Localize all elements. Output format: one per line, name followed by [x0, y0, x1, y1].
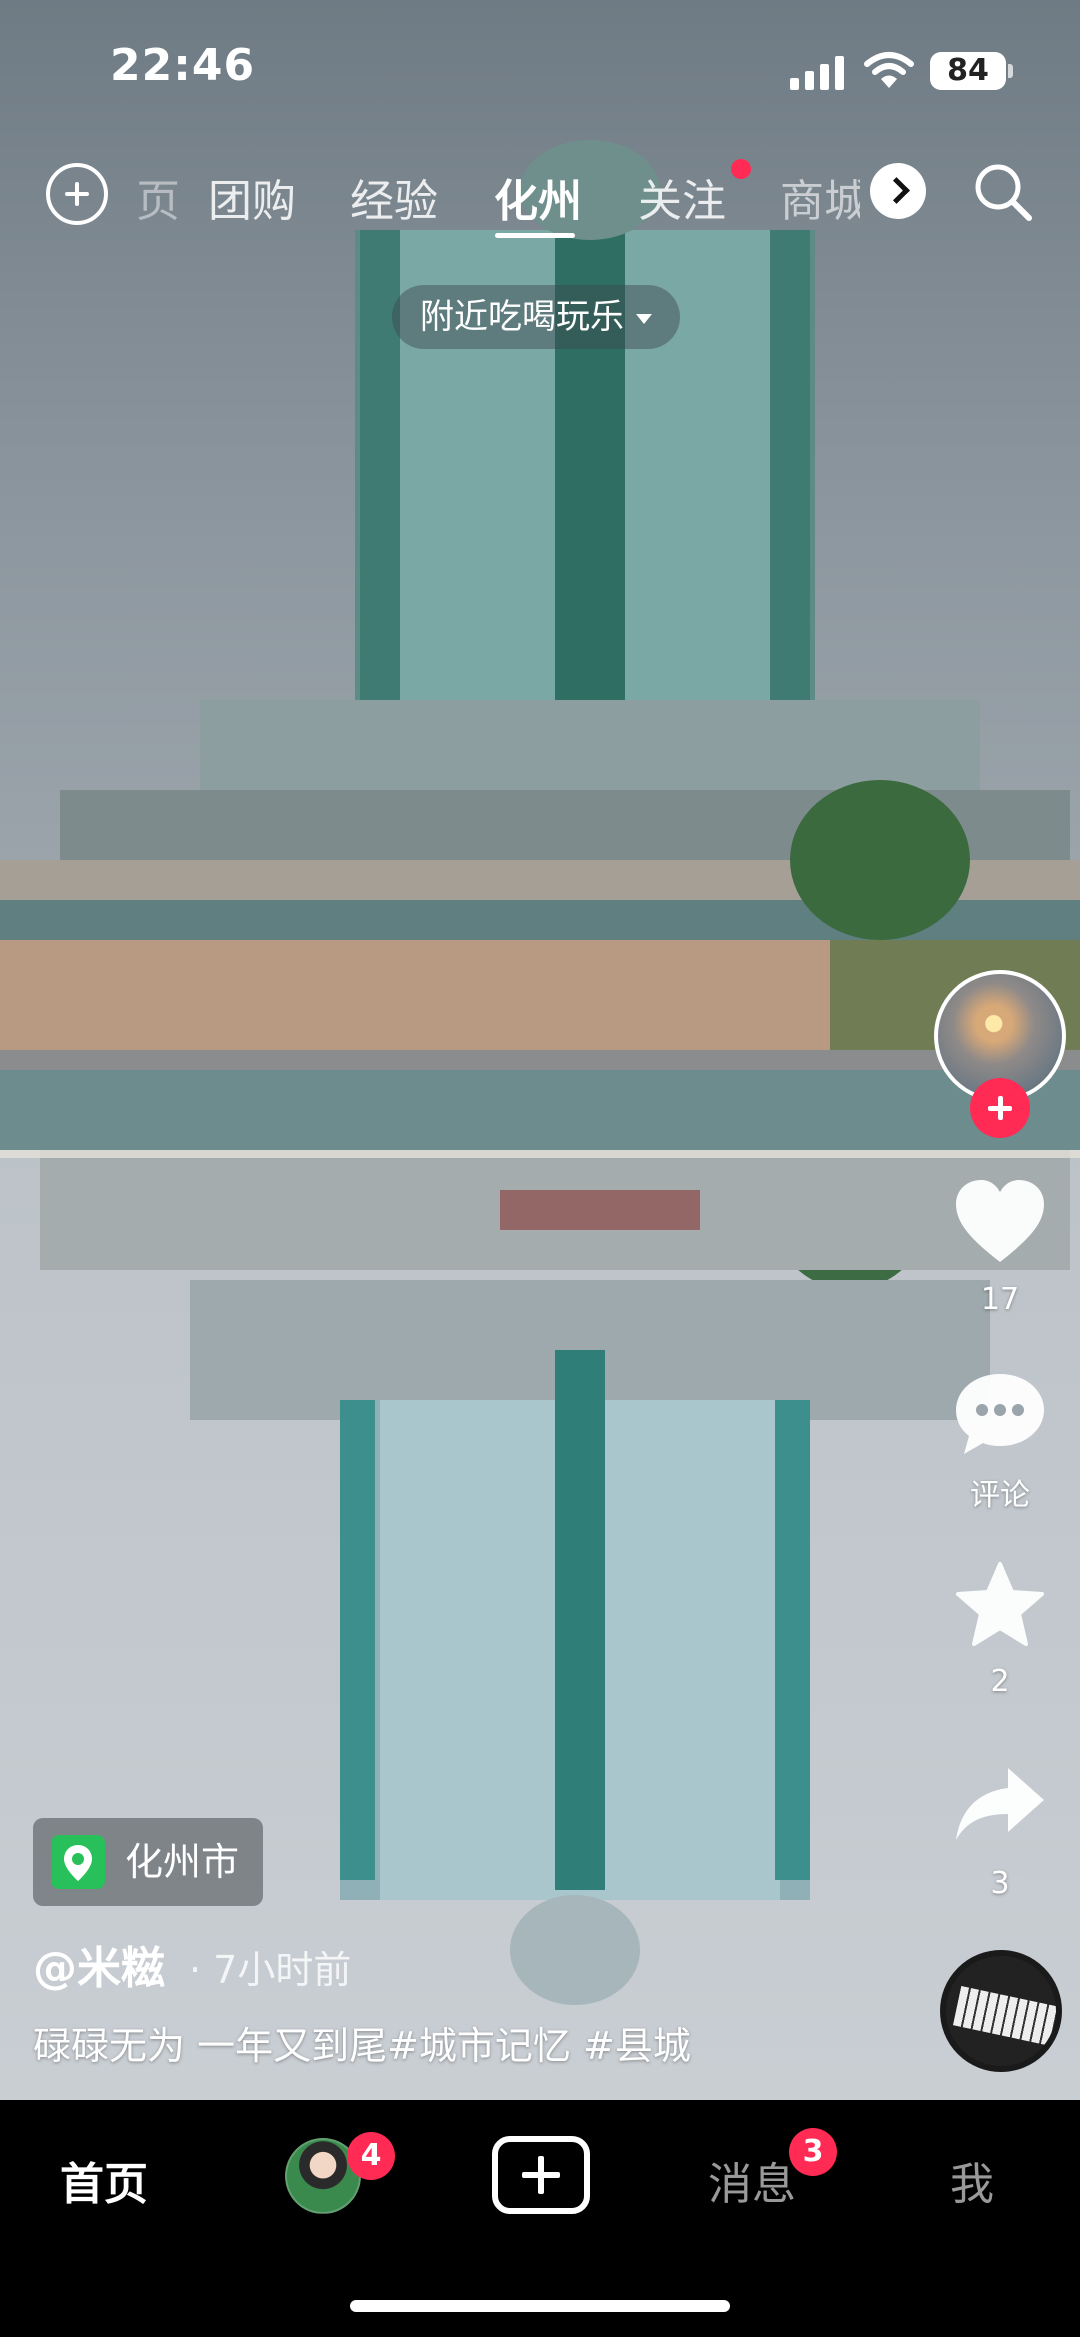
author-name[interactable]: @米糍 [33, 1943, 165, 1994]
music-disc[interactable] [940, 1950, 1062, 2072]
location-label: 化州市 [125, 1840, 240, 1884]
tab-group-buy[interactable]: 团购 [208, 165, 296, 229]
battery-indicator: 84 [930, 52, 1006, 90]
share-count: 3 [990, 1866, 1010, 1901]
star-icon[interactable] [952, 1560, 1048, 1650]
search-icon[interactable] [972, 161, 1034, 223]
piano-keys-art [952, 1986, 1056, 2046]
tab-mall[interactable]: 商城 [780, 165, 860, 229]
tab-home[interactable]: 首页 [60, 2148, 148, 2212]
messages-badge: 3 [789, 2128, 837, 2176]
caret-down-icon [636, 313, 652, 324]
heart-icon[interactable] [952, 1178, 1048, 1266]
status-time: 22:46 [110, 40, 256, 91]
status-bar: 22:46 84 [0, 0, 1080, 140]
home-indicator[interactable] [350, 2300, 730, 2312]
top-tab-bar: 页 团购 经验 化州 关注 商城 [0, 145, 1080, 245]
tab-experience[interactable]: 经验 [350, 165, 438, 229]
app-screen: 22:46 84 页 团购 经验 化州 关注 商城 附近吃喝玩乐 17 评论 2… [0, 0, 1080, 2337]
location-pin-icon [51, 1834, 105, 1889]
nearby-filter-label: 附近吃喝玩乐 [420, 297, 624, 337]
tab-huazhou[interactable]: 化州 [494, 165, 582, 229]
tab-partial[interactable]: 页 [136, 165, 180, 229]
tab-me[interactable]: 我 [950, 2148, 994, 2212]
location-tag[interactable]: 化州市 [33, 1818, 264, 1906]
battery-cap [1008, 64, 1013, 78]
like-count: 17 [980, 1282, 1020, 1317]
tab-following[interactable]: 关注 [638, 165, 726, 229]
following-notification-dot [731, 159, 751, 179]
favorite-count: 2 [990, 1664, 1010, 1699]
post-caption[interactable]: 碌碌无为 一年又到尾#城市记忆 #县城 [33, 2015, 691, 2070]
author-line: @米糍 · 7小时前 [33, 1932, 351, 1996]
share-icon[interactable] [952, 1760, 1048, 1850]
add-circle-icon[interactable] [46, 163, 108, 225]
chevron-right-icon[interactable] [870, 163, 926, 219]
follow-plus-icon[interactable] [970, 1078, 1030, 1138]
active-tab-underline [495, 233, 575, 238]
comment-label: 评论 [970, 1478, 1030, 1513]
post-time-ago: · 7小时前 [189, 1948, 352, 1992]
comment-icon[interactable] [952, 1370, 1048, 1460]
tab-messages[interactable]: 消息 [708, 2148, 796, 2212]
create-post-button[interactable] [492, 2136, 590, 2214]
cellular-signal-icon [790, 56, 844, 90]
friends-badge: 4 [347, 2132, 395, 2180]
wifi-icon [864, 52, 914, 88]
nearby-filter-button[interactable]: 附近吃喝玩乐 [392, 285, 680, 349]
